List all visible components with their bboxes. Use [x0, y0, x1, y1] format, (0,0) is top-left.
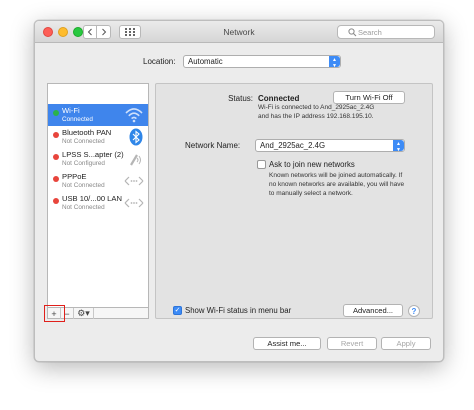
status-dot	[53, 198, 59, 204]
status-dot	[53, 132, 59, 138]
service-status: Not Configured	[62, 160, 105, 167]
add-service-button[interactable]: +	[48, 308, 61, 319]
service-status: Not Connected	[62, 182, 105, 189]
status-label: Status:	[228, 94, 253, 103]
status-dot	[53, 176, 59, 182]
service-name: Wi-Fi	[62, 106, 80, 115]
ethernet-icon	[124, 198, 144, 208]
service-item-wifi[interactable]: Wi-Fi Connected	[48, 104, 148, 126]
service-list: Wi-Fi Connected Bluetooth PAN Not Connec…	[47, 83, 149, 315]
location-select[interactable]: Automatic ▲ ▼	[183, 55, 341, 69]
service-list-toolbar: + − ⚙▾	[47, 307, 149, 319]
ask-to-join-label: Ask to join new networks	[269, 160, 355, 169]
navigation-buttons	[83, 25, 111, 39]
search-icon	[348, 28, 357, 37]
search-placeholder: Search	[358, 27, 382, 37]
show-all-button[interactable]	[119, 25, 141, 39]
service-item-bluetooth-pan[interactable]: Bluetooth PAN Not Connected	[48, 126, 148, 148]
service-status: Not Connected	[62, 204, 105, 211]
service-name: USB 10/...00 LAN	[62, 194, 122, 203]
select-arrows-icon: ▲ ▼	[329, 56, 340, 69]
show-wifi-status-checkbox[interactable]: ✓	[173, 306, 182, 315]
minimize-window-button[interactable]	[58, 27, 68, 37]
apply-button[interactable]: Apply	[381, 337, 431, 350]
service-status: Not Connected	[62, 138, 105, 145]
chevron-left-icon	[87, 28, 92, 36]
network-name-select[interactable]: And_2925ac_2.4G ▲ ▼	[255, 139, 405, 153]
status-value: Connected	[258, 94, 300, 103]
service-item-usb-lan[interactable]: USB 10/...00 LAN Not Connected	[48, 192, 148, 214]
help-button[interactable]: ?	[408, 305, 420, 317]
close-window-button[interactable]	[43, 27, 53, 37]
wifi-icon	[125, 108, 143, 123]
service-name: LPSS S...apter (2)	[62, 150, 124, 159]
assist-me-button[interactable]: Assist me...	[253, 337, 321, 350]
revert-button[interactable]: Revert	[327, 337, 377, 350]
service-name: Bluetooth PAN	[62, 128, 112, 137]
location-label: Location:	[143, 57, 176, 66]
ask-to-join-description-line-3: to manually select a network.	[269, 190, 353, 197]
back-button[interactable]	[83, 25, 97, 39]
select-arrows-icon: ▲ ▼	[393, 140, 404, 153]
zoom-window-button[interactable]	[73, 27, 83, 37]
network-name-value: And_2925ac_2.4G	[260, 141, 326, 150]
forward-button[interactable]	[97, 25, 111, 39]
show-wifi-status-label: Show Wi-Fi status in menu bar	[185, 306, 292, 315]
remove-service-button[interactable]: −	[61, 308, 74, 319]
phone-icon	[130, 154, 141, 166]
status-description-line-2: and has the IP address 192.168.195.10.	[258, 113, 374, 120]
service-item-lpss-adapter[interactable]: LPSS S...apter (2) Not Configured	[48, 148, 148, 170]
gear-menu-button[interactable]: ⚙▾	[74, 308, 94, 319]
status-dot	[53, 154, 59, 160]
network-name-label: Network Name:	[185, 141, 241, 150]
ask-to-join-description-line-1: Known networks will be joined automatica…	[269, 172, 403, 179]
service-item-pppoe[interactable]: PPPoE Not Connected	[48, 170, 148, 192]
service-name: PPPoE	[62, 172, 87, 181]
status-description-line-1: Wi-Fi is connected to And_2925ac_2.4G	[258, 104, 375, 111]
ethernet-icon	[124, 176, 144, 186]
turn-wifi-off-button[interactable]: Turn Wi-Fi Off	[333, 91, 405, 104]
grid-icon	[125, 28, 135, 36]
chevron-right-icon	[101, 28, 106, 36]
ask-to-join-checkbox[interactable]	[257, 160, 266, 169]
search-field[interactable]: Search	[337, 25, 435, 39]
status-dot	[53, 110, 59, 116]
advanced-button[interactable]: Advanced...	[343, 304, 403, 317]
bluetooth-icon	[129, 128, 143, 146]
location-value: Automatic	[188, 57, 223, 66]
title-bar: Network Search	[35, 21, 443, 43]
ask-to-join-description-line-2: no known networks are available, you wil…	[269, 181, 405, 188]
service-status: Connected	[62, 116, 93, 123]
network-preferences-window: Network Search Location: Automatic ▲ ▼ Wi…	[34, 20, 444, 362]
